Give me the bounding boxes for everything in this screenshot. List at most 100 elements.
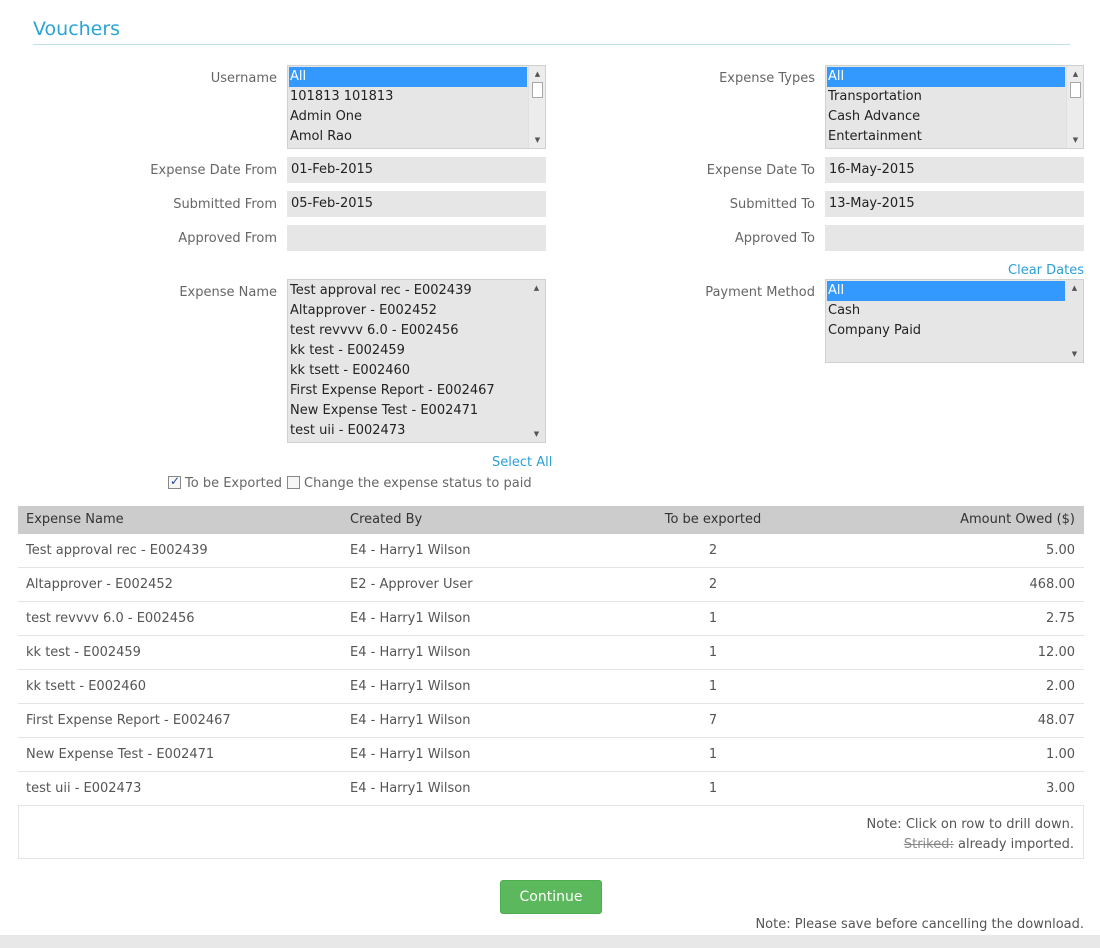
table-row[interactable]: test revvvv 6.0 - E002456 E4 - Harry1 Wil… <box>18 602 1084 636</box>
cell-amount-owed: 2.75 <box>1046 611 1075 626</box>
expense-name-scrollbar[interactable]: ▲ ▼ <box>528 280 545 442</box>
payment-method-scrollbar[interactable]: ▲ ▼ <box>1066 280 1083 362</box>
cell-to-be-exported: 1 <box>708 781 718 796</box>
expense-date-to-label: Expense Date To <box>706 163 815 178</box>
expense-name-option[interactable]: Test approval rec - E002439 <box>289 281 527 301</box>
username-option[interactable]: All <box>289 67 527 87</box>
expense-type-option[interactable]: All <box>827 67 1065 87</box>
scroll-up-icon[interactable]: ▲ <box>529 67 545 81</box>
cell-to-be-exported: 1 <box>708 645 718 660</box>
expense-name-option[interactable]: kk test - E002459 <box>289 341 527 361</box>
expense-types-options: All Transportation Cash Advance Entertai… <box>827 67 1065 147</box>
username-option[interactable]: Amol Rao <box>289 127 527 147</box>
cell-to-be-exported: 1 <box>708 679 718 694</box>
cell-amount-owed: 12.00 <box>1037 645 1075 660</box>
submitted-to-field[interactable] <box>825 191 1084 217</box>
cell-created-by: E4 - Harry1 Wilson <box>350 645 471 660</box>
submitted-from-field[interactable] <box>287 191 546 217</box>
cell-expense-name: Altapprover - E002452 <box>26 577 173 592</box>
to-be-exported-checkbox[interactable] <box>168 474 181 489</box>
cell-expense-name: kk tsett - E002460 <box>26 679 147 694</box>
payment-method-label: Payment Method <box>705 285 815 300</box>
payment-method-listbox[interactable]: All Cash Company Paid ▲ ▼ <box>825 279 1084 363</box>
table-header: Expense Name Created By To be exported A… <box>18 506 1084 534</box>
title-divider <box>33 44 1070 45</box>
expense-name-option[interactable]: Altapprover - E002452 <box>289 301 527 321</box>
payment-method-option[interactable]: Company Paid <box>827 321 1065 341</box>
cell-expense-name: kk test - E002459 <box>26 645 141 660</box>
cell-created-by: E4 - Harry1 Wilson <box>350 543 471 558</box>
select-all-link[interactable]: Select All <box>492 455 552 470</box>
approved-from-field[interactable] <box>287 225 546 251</box>
change-status-paid-label: Change the expense status to paid <box>304 476 532 491</box>
continue-button[interactable]: Continue <box>500 880 602 914</box>
scroll-down-icon[interactable]: ▼ <box>528 427 545 441</box>
table-row[interactable]: Altapprover - E002452 E2 - Approver User 2… <box>18 568 1084 602</box>
scroll-down-icon[interactable]: ▼ <box>1067 133 1083 147</box>
username-option[interactable]: Admin One <box>289 107 527 127</box>
expense-name-option[interactable]: test uii - E002473 <box>289 421 527 441</box>
cell-to-be-exported: 2 <box>708 577 718 592</box>
bottom-bar <box>0 935 1100 948</box>
cell-amount-owed: 5.00 <box>1046 543 1075 558</box>
scroll-thumb[interactable] <box>532 82 543 98</box>
scroll-up-icon[interactable]: ▲ <box>1067 67 1083 81</box>
scroll-down-icon[interactable]: ▼ <box>529 133 545 147</box>
expense-name-option[interactable]: kk tsett - E002460 <box>289 361 527 381</box>
expense-types-scrollbar[interactable]: ▲ ▼ <box>1066 66 1083 148</box>
payment-method-option[interactable]: All <box>827 281 1065 301</box>
table-row[interactable]: kk tsett - E002460 E4 - Harry1 Wilson 1 2.0… <box>18 670 1084 704</box>
username-option[interactable]: 101813 101813 <box>289 87 527 107</box>
cell-expense-name: First Expense Report - E002467 <box>26 713 231 728</box>
expense-types-listbox[interactable]: All Transportation Cash Advance Entertai… <box>825 65 1084 149</box>
table-row[interactable]: kk test - E002459 E4 - Harry1 Wilson 1 12.0… <box>18 636 1084 670</box>
scroll-up-icon[interactable]: ▲ <box>528 281 545 295</box>
table-row[interactable]: test uii - E002473 E4 - Harry1 Wilson 1 3.0… <box>18 772 1084 806</box>
cell-expense-name: test revvvv 6.0 - E002456 <box>26 611 195 626</box>
table-row[interactable]: New Expense Test - E002471 E4 - Harry1 Wi… <box>18 738 1084 772</box>
payment-method-option[interactable]: Cash <box>827 301 1065 321</box>
vouchers-table: Expense Name Created By To be exported A… <box>18 506 1084 859</box>
scroll-up-icon[interactable]: ▲ <box>1066 281 1083 295</box>
drill-down-note: Note: Click on row to drill down. <box>866 817 1074 832</box>
table-body: Test approval rec - E002439 E4 - Harry1 W… <box>18 534 1084 806</box>
scroll-thumb[interactable] <box>1070 82 1081 98</box>
approved-to-field[interactable] <box>825 225 1084 251</box>
change-status-paid-checkbox[interactable] <box>287 476 300 489</box>
expense-name-option[interactable]: First Expense Report - E002467 <box>289 381 527 401</box>
expense-name-label: Expense Name <box>179 285 277 300</box>
header-amount-owed[interactable]: Amount Owed ($) <box>960 506 1075 534</box>
expense-date-from-field[interactable] <box>287 157 546 183</box>
cell-amount-owed: 2.00 <box>1046 679 1075 694</box>
expense-name-option[interactable]: New Expense Test - E002471 <box>289 401 527 421</box>
cell-expense-name: Test approval rec - E002439 <box>26 543 208 558</box>
username-options: All 101813 101813 Admin One Amol Rao <box>289 67 527 147</box>
submitted-from-label: Submitted From <box>173 197 277 212</box>
clear-dates-link[interactable]: Clear Dates <box>1008 263 1084 278</box>
username-scrollbar[interactable]: ▲ ▼ <box>528 66 545 148</box>
cell-expense-name: New Expense Test - E002471 <box>26 747 215 762</box>
cell-created-by: E2 - Approver User <box>350 577 473 592</box>
header-created-by[interactable]: Created By <box>350 506 422 534</box>
table-row[interactable]: Test approval rec - E002439 E4 - Harry1 W… <box>18 534 1084 568</box>
expense-date-from-label: Expense Date From <box>150 163 277 178</box>
username-label: Username <box>210 71 277 86</box>
cell-created-by: E4 - Harry1 Wilson <box>350 747 471 762</box>
cell-created-by: E4 - Harry1 Wilson <box>350 611 471 626</box>
header-to-be-exported[interactable]: To be exported <box>598 506 828 534</box>
expense-type-option[interactable]: Cash Advance <box>827 107 1065 127</box>
scroll-down-icon[interactable]: ▼ <box>1066 347 1083 361</box>
cell-created-by: E4 - Harry1 Wilson <box>350 713 471 728</box>
expense-type-option[interactable]: Transportation <box>827 87 1065 107</box>
striked-note: Striked: already imported. <box>904 837 1074 852</box>
table-row[interactable]: First Expense Report - E002467 E4 - Harry… <box>18 704 1084 738</box>
username-listbox[interactable]: All 101813 101813 Admin One Amol Rao ▲ ▼ <box>287 65 546 149</box>
expense-name-listbox[interactable]: Test approval rec - E002439 Altapprover … <box>287 279 546 443</box>
to-be-exported-label: To be Exported <box>185 476 283 491</box>
expense-date-to-field[interactable] <box>825 157 1084 183</box>
expense-name-option[interactable]: test revvvv 6.0 - E002456 <box>289 321 527 341</box>
header-expense-name[interactable]: Expense Name <box>26 506 124 534</box>
expense-type-option[interactable]: Entertainment <box>827 127 1065 147</box>
cell-amount-owed: 1.00 <box>1046 747 1075 762</box>
cell-to-be-exported: 2 <box>708 543 718 558</box>
